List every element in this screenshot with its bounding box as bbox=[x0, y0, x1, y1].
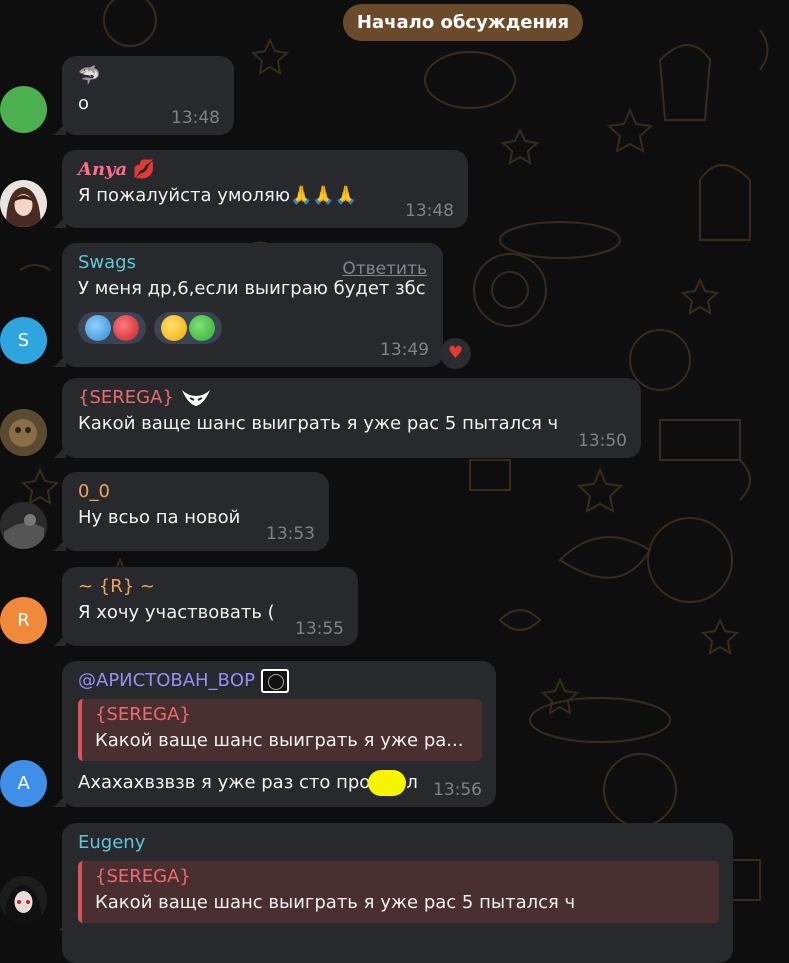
sender-name[interactable]: 0_0 bbox=[78, 480, 315, 504]
reaction-chip[interactable] bbox=[154, 312, 222, 344]
quoted-sender-name: {SEREGA} bbox=[95, 704, 191, 725]
message-time: 13:56 bbox=[433, 780, 482, 800]
message-bubble[interactable]: 0_0 Ну всьо па новой 13:53 bbox=[54, 472, 329, 551]
message-bubble[interactable]: Eugeny {SEREGA} Какой ваще шанс выиграть… bbox=[62, 823, 733, 963]
quoted-sender-name: {SEREGA} bbox=[95, 866, 191, 887]
anime-dark-avatar-icon bbox=[0, 876, 47, 923]
profile-badge-icon bbox=[260, 669, 289, 693]
anime-girl-avatar-icon bbox=[0, 180, 47, 227]
reaction-chip[interactable] bbox=[78, 312, 146, 344]
message-bubble[interactable]: 🦈 о 13:48 bbox=[54, 56, 234, 135]
message-time: 13:48 bbox=[171, 108, 220, 128]
mask-emoji-icon bbox=[113, 315, 139, 341]
avatar[interactable] bbox=[0, 86, 47, 133]
mask-badge-icon bbox=[181, 390, 210, 406]
laughing-emoji-icon bbox=[161, 315, 187, 341]
message-text: У меня др,6,если выиграю будет збс bbox=[78, 278, 426, 299]
message-bubble[interactable]: @АРИСТОВАН_ВОР {SEREGA} Какой ваще шанс … bbox=[54, 661, 496, 807]
message-text: Какой ваще шанс выиграть я уже рас 5 пыт… bbox=[78, 413, 559, 434]
message-time: 13:48 bbox=[405, 201, 454, 221]
message-text-tail: л bbox=[406, 772, 418, 793]
message-bubble[interactable]: Anya 💋 Я пожалуйста умоляю🙏🙏🙏 13:48 bbox=[54, 150, 468, 228]
reactions-row bbox=[78, 312, 429, 344]
message-bubble[interactable]: ~ {R} ~ Я хочу участвовать ( 13:55 bbox=[54, 567, 358, 646]
sender-name[interactable]: ~ {R} ~ bbox=[78, 575, 344, 599]
quoted-reply[interactable]: {SEREGA} Какой ваще шанс выиграть я уже … bbox=[78, 861, 719, 923]
quoted-text: Какой ваще шанс выиграть я уже рас 5 пыт… bbox=[95, 892, 576, 913]
sender-name[interactable]: {SEREGA} bbox=[78, 387, 174, 408]
avatar[interactable] bbox=[0, 409, 47, 456]
message-bubble[interactable]: Swags Ответить У меня др,6,если выиграю … bbox=[54, 243, 443, 367]
quoted-reply[interactable]: {SEREGA} Какой ваще шанс выиграть я уже … bbox=[78, 699, 482, 761]
whale-emoji-icon bbox=[85, 315, 111, 341]
heart-reaction-icon[interactable]: ♥ bbox=[440, 338, 471, 369]
sender-name[interactable]: Eugeny bbox=[78, 831, 719, 855]
quoted-text: Какой ваще шанс выиграть я уже ра... bbox=[95, 730, 464, 751]
praying-hands-emoji: 🙏🙏🙏 bbox=[289, 185, 358, 206]
message-time: 13:50 bbox=[578, 431, 627, 451]
sender-name[interactable]: Anya bbox=[78, 159, 127, 180]
discussion-start-badge: Начало обсуждения bbox=[343, 4, 583, 41]
avatar[interactable] bbox=[0, 876, 47, 923]
yellow-scribble-icon bbox=[368, 770, 407, 796]
message-time: 13:53 bbox=[266, 524, 315, 544]
message-time: 13:49 bbox=[380, 340, 429, 360]
avatar[interactable] bbox=[0, 502, 47, 549]
reply-link[interactable]: Ответить bbox=[342, 259, 427, 279]
message-bubble[interactable]: {SEREGA} Какой ваще шанс выиграть я уже … bbox=[54, 378, 641, 458]
avatar[interactable]: S bbox=[0, 317, 47, 364]
message-text: Я пожалуйста умоляю bbox=[78, 185, 290, 206]
message-time: 13:55 bbox=[295, 619, 344, 639]
avatar[interactable]: A bbox=[0, 760, 47, 807]
lips-emoji: 💋 bbox=[132, 159, 156, 180]
green-circle-emoji-icon bbox=[189, 315, 215, 341]
message-text: Ахахахвзвзв я уже раз сто про bbox=[78, 772, 371, 793]
creature-avatar-icon bbox=[0, 409, 47, 456]
avatar[interactable]: R bbox=[0, 597, 47, 644]
shark-emoji-name: 🦈 bbox=[78, 65, 101, 86]
sender-name[interactable]: @АРИСТОВАН_ВОР bbox=[78, 670, 255, 691]
avatar[interactable] bbox=[0, 180, 47, 227]
dark-photo-avatar-icon bbox=[0, 502, 47, 549]
